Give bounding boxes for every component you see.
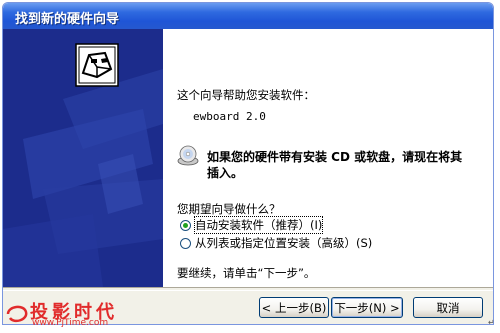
- auto-install-label[interactable]: 自动安装软件（推荐）(I): [193, 216, 324, 234]
- back-button[interactable]: < 上一步(B): [259, 297, 329, 318]
- return-mark-icon: ↵: [488, 318, 495, 327]
- wizard-content: 这个向导帮助您安装软件： ewboard 2.0 如果您的硬件带有安装 CD 或…: [163, 29, 493, 287]
- wizard-sidebar-graphic: [3, 29, 163, 287]
- button-separator: [3, 287, 493, 291]
- window-title: 找到新的硬件向导: [15, 12, 120, 27]
- manual-install-label[interactable]: 从列表或指定位置安装（高级）(S): [195, 235, 372, 251]
- cancel-button[interactable]: 取消: [413, 297, 483, 318]
- next-button[interactable]: 下一步(N) >: [331, 297, 403, 318]
- auto-install-radio[interactable]: [180, 220, 191, 231]
- title-bar[interactable]: 找到新的硬件向导: [3, 3, 493, 29]
- insert-cd-prompt-continued: 插入。: [207, 166, 244, 180]
- watermark-logo-icon: [6, 305, 28, 323]
- manual-install-radio[interactable]: [180, 238, 191, 249]
- wizard-window: 找到新的硬件向导 这个向导帮助您安装软件： ewboard 2.0 如果您的硬件…: [2, 2, 494, 325]
- watermark-url: www.PjTime.com: [32, 318, 109, 328]
- intro-text: 这个向导帮助您安装软件：: [177, 88, 315, 102]
- cd-drive-icon: [177, 145, 199, 166]
- continue-hint: 要继续，请单击“下一步”。: [177, 266, 316, 280]
- question-text: 您期望向导做什么？: [177, 202, 281, 216]
- insert-cd-prompt: 如果您的硬件带有安装 CD 或软盘，请现在将其: [207, 150, 463, 164]
- hardware-wizard-icon: [75, 43, 119, 87]
- device-name: ewboard 2.0: [193, 110, 266, 123]
